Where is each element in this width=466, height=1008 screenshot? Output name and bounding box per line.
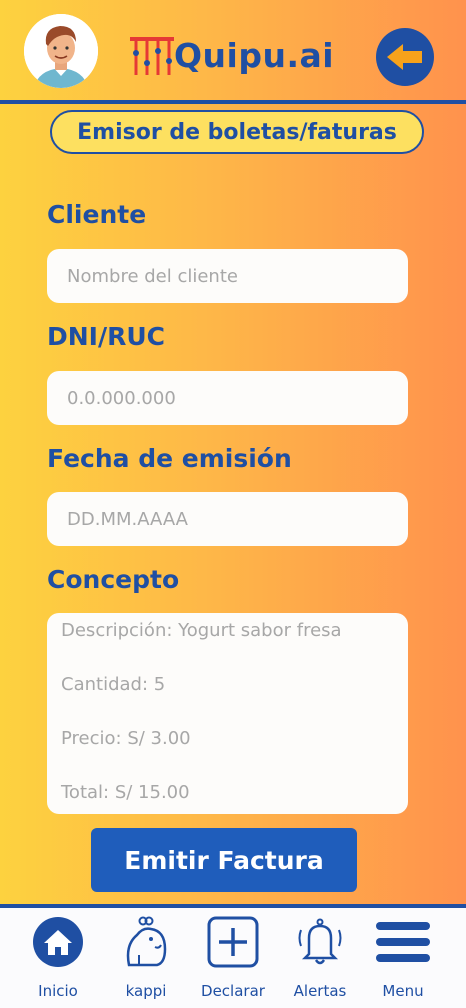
home-icon — [30, 914, 86, 970]
nav-item-kappi[interactable]: kappi — [101, 914, 191, 1004]
capybara-icon — [118, 914, 174, 970]
header-divider — [0, 100, 466, 104]
quipu-logo-icon — [130, 37, 174, 75]
nav-label-kappi: kappi — [125, 982, 167, 1000]
bell-icon — [292, 914, 348, 970]
app-logo: Quipu.ai — [128, 30, 348, 80]
nav-label-alertas: Alertas — [293, 982, 347, 1000]
back-button[interactable] — [376, 28, 434, 86]
dni-ruc-input[interactable] — [47, 371, 408, 425]
concept-textarea[interactable]: Descripción: Yogurt sabor fresa Cantidad… — [47, 613, 408, 814]
nav-label-declarar: Declarar — [201, 982, 265, 1000]
nav-item-declarar[interactable]: Declarar — [188, 914, 278, 1004]
emit-invoice-button[interactable]: Emitir Factura — [91, 828, 357, 892]
nav-label-inicio: Inicio — [38, 982, 78, 1000]
concept-price: Precio: S/ 3.00 — [61, 728, 191, 749]
arrow-left-icon — [387, 44, 422, 70]
user-avatar[interactable] — [24, 14, 98, 88]
nav-item-menu[interactable]: Menu — [358, 914, 448, 1004]
hamburger-icon — [375, 914, 431, 970]
nav-label-menu: Menu — [382, 982, 424, 1000]
concept-label: Concepto — [47, 565, 180, 594]
concept-quantity: Cantidad: 5 — [61, 674, 166, 695]
client-name-input[interactable] — [47, 249, 408, 303]
bottom-navigation: Inicio kappi Declarar Alertas Menu — [0, 904, 466, 1008]
app-header: Quipu.ai — [0, 0, 466, 104]
nav-item-inicio[interactable]: Inicio — [13, 914, 103, 1004]
page-title: Emisor de boletas/faturas — [50, 110, 424, 154]
logo-text: Quipu.ai — [174, 35, 335, 75]
nav-item-alertas[interactable]: Alertas — [275, 914, 365, 1004]
dni-ruc-label: DNI/RUC — [47, 322, 166, 351]
plus-box-icon — [205, 914, 261, 970]
client-label: Cliente — [47, 200, 147, 229]
issue-date-input[interactable] — [47, 492, 408, 546]
concept-total: Total: S/ 15.00 — [61, 782, 190, 803]
issue-date-label: Fecha de emisión — [47, 444, 292, 473]
concept-description: Descripción: Yogurt sabor fresa — [61, 620, 342, 641]
